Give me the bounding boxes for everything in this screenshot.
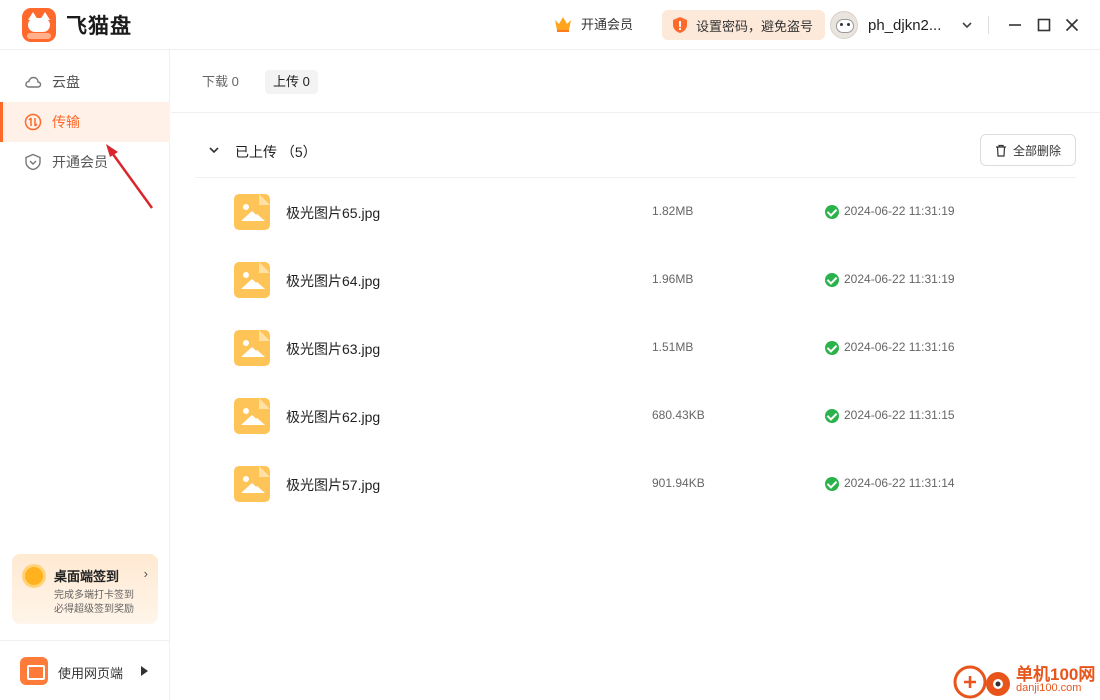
file-row[interactable]: 极光图片65.jpg 1.82MB 2024-06-22 11:31:19 [171,178,1100,246]
file-name: 极光图片64.jpg [286,273,381,289]
header-divider [988,16,989,34]
check-circle-icon [825,341,839,355]
close-button[interactable] [1062,15,1082,35]
tab-download[interactable]: 下载 0 [194,70,247,94]
play-icon [141,666,148,676]
transfer-icon [24,113,42,131]
transfer-panel: 下载 0 上传 0 已上传 （5） 全部删除 极光图片65.jpg 1.82MB… [171,50,1100,700]
browser-icon [20,657,48,685]
file-time: 2024-06-22 11:31:19 [844,204,955,218]
minimize-button[interactable] [1005,15,1025,35]
uploaded-section-header: 已上传 （5） 全部删除 [195,130,1076,178]
crown-icon [555,16,571,32]
close-icon [1065,18,1079,32]
use-web-version[interactable]: 使用网页端 [0,640,170,700]
sidebar: 云盘 传输 开通会员 桌面端签到 › 完成多端打卡签到 必得超级签到奖励 使用网… [0,50,170,700]
signin-subtitle-1: 完成多端打卡签到 [54,590,134,601]
uploaded-section-title: 已上传 （5） [235,144,317,160]
sidebar-item-vip[interactable]: 开通会员 [0,142,170,182]
maximize-button[interactable] [1034,15,1054,35]
sidebar-item-cloud[interactable]: 云盘 [0,62,170,102]
maximize-icon [1037,18,1051,32]
file-name: 极光图片57.jpg [286,477,381,493]
chevron-down-icon[interactable] [961,19,973,31]
username: ph_djkn2... [868,16,942,34]
desktop-signin-card[interactable]: 桌面端签到 › 完成多端打卡签到 必得超级签到奖励 [12,554,158,624]
use-web-label: 使用网页端 [58,666,124,681]
user-menu[interactable]: ph_djkn2... [830,11,973,39]
file-name: 极光图片65.jpg [286,205,381,221]
app-logo-icon [22,8,56,42]
file-size: 1.96MB [652,272,694,286]
chevron-down-icon[interactable] [207,143,221,157]
cloud-icon [25,76,42,88]
file-row[interactable]: 极光图片64.jpg 1.96MB 2024-06-22 11:31:19 [171,246,1100,314]
image-file-icon [234,194,270,230]
file-row[interactable]: 极光图片57.jpg 901.94KB 2024-06-22 11:31:14 [171,450,1100,518]
file-size: 1.51MB [652,340,694,354]
check-circle-icon [825,477,839,491]
image-file-icon [234,330,270,366]
sidebar-item-label: 传输 [52,114,80,130]
file-row[interactable]: 极光图片63.jpg 1.51MB 2024-06-22 11:31:16 [171,314,1100,382]
check-circle-icon [825,409,839,423]
avatar[interactable] [830,11,858,39]
shield-icon [673,17,687,33]
image-file-icon [234,262,270,298]
set-password-label: 设置密码，避免盗号 [696,18,814,34]
tab-upload[interactable]: 上传 0 [265,70,318,94]
open-vip-label: 开通会员 [581,17,634,32]
sidebar-item-transfer[interactable]: 传输 [0,102,170,142]
delete-all-label: 全部删除 [1012,143,1061,158]
file-name: 极光图片63.jpg [286,341,381,357]
file-size: 901.94KB [652,476,705,490]
open-vip-link[interactable]: 开通会员 [553,14,633,33]
chevron-right-icon: › [143,566,148,581]
file-name: 极光图片62.jpg [286,409,381,425]
file-row[interactable]: 极光图片62.jpg 680.43KB 2024-06-22 11:31:15 [171,382,1100,450]
trash-icon [995,144,1006,157]
file-time: 2024-06-22 11:31:15 [844,408,955,422]
signin-title: 桌面端签到 [54,569,120,584]
app-name: 飞猫盘 [66,15,132,38]
check-circle-icon [825,205,839,219]
sidebar-item-label: 开通会员 [52,154,108,170]
check-circle-icon [825,273,839,287]
file-size: 1.82MB [652,204,694,218]
file-time: 2024-06-22 11:31:14 [844,476,955,490]
signin-subtitle-2: 必得超级签到奖励 [54,604,134,615]
image-file-icon [234,466,270,502]
watermark: 单机100网 danji100.com [952,658,1100,700]
set-password-tip[interactable]: 设置密码，避免盗号 [662,10,826,40]
watermark-logo-icon [953,665,1010,699]
title-bar: 飞猫盘 开通会员 设置密码，避免盗号 ph_djkn2... [0,0,1100,50]
sidebar-item-label: 云盘 [52,74,80,90]
coin-icon [22,564,46,588]
transfer-tabs: 下载 0 上传 0 [171,50,1100,113]
file-time: 2024-06-22 11:31:19 [844,272,955,286]
delete-all-button[interactable]: 全部删除 [979,134,1076,166]
image-file-icon [234,398,270,434]
file-time: 2024-06-22 11:31:16 [844,340,955,354]
app-brand: 飞猫盘 [22,8,132,42]
file-size: 680.43KB [652,408,705,422]
vip-shield-icon [25,153,41,171]
watermark-url: danji100.com [1016,682,1082,694]
minimize-icon [1009,24,1021,26]
